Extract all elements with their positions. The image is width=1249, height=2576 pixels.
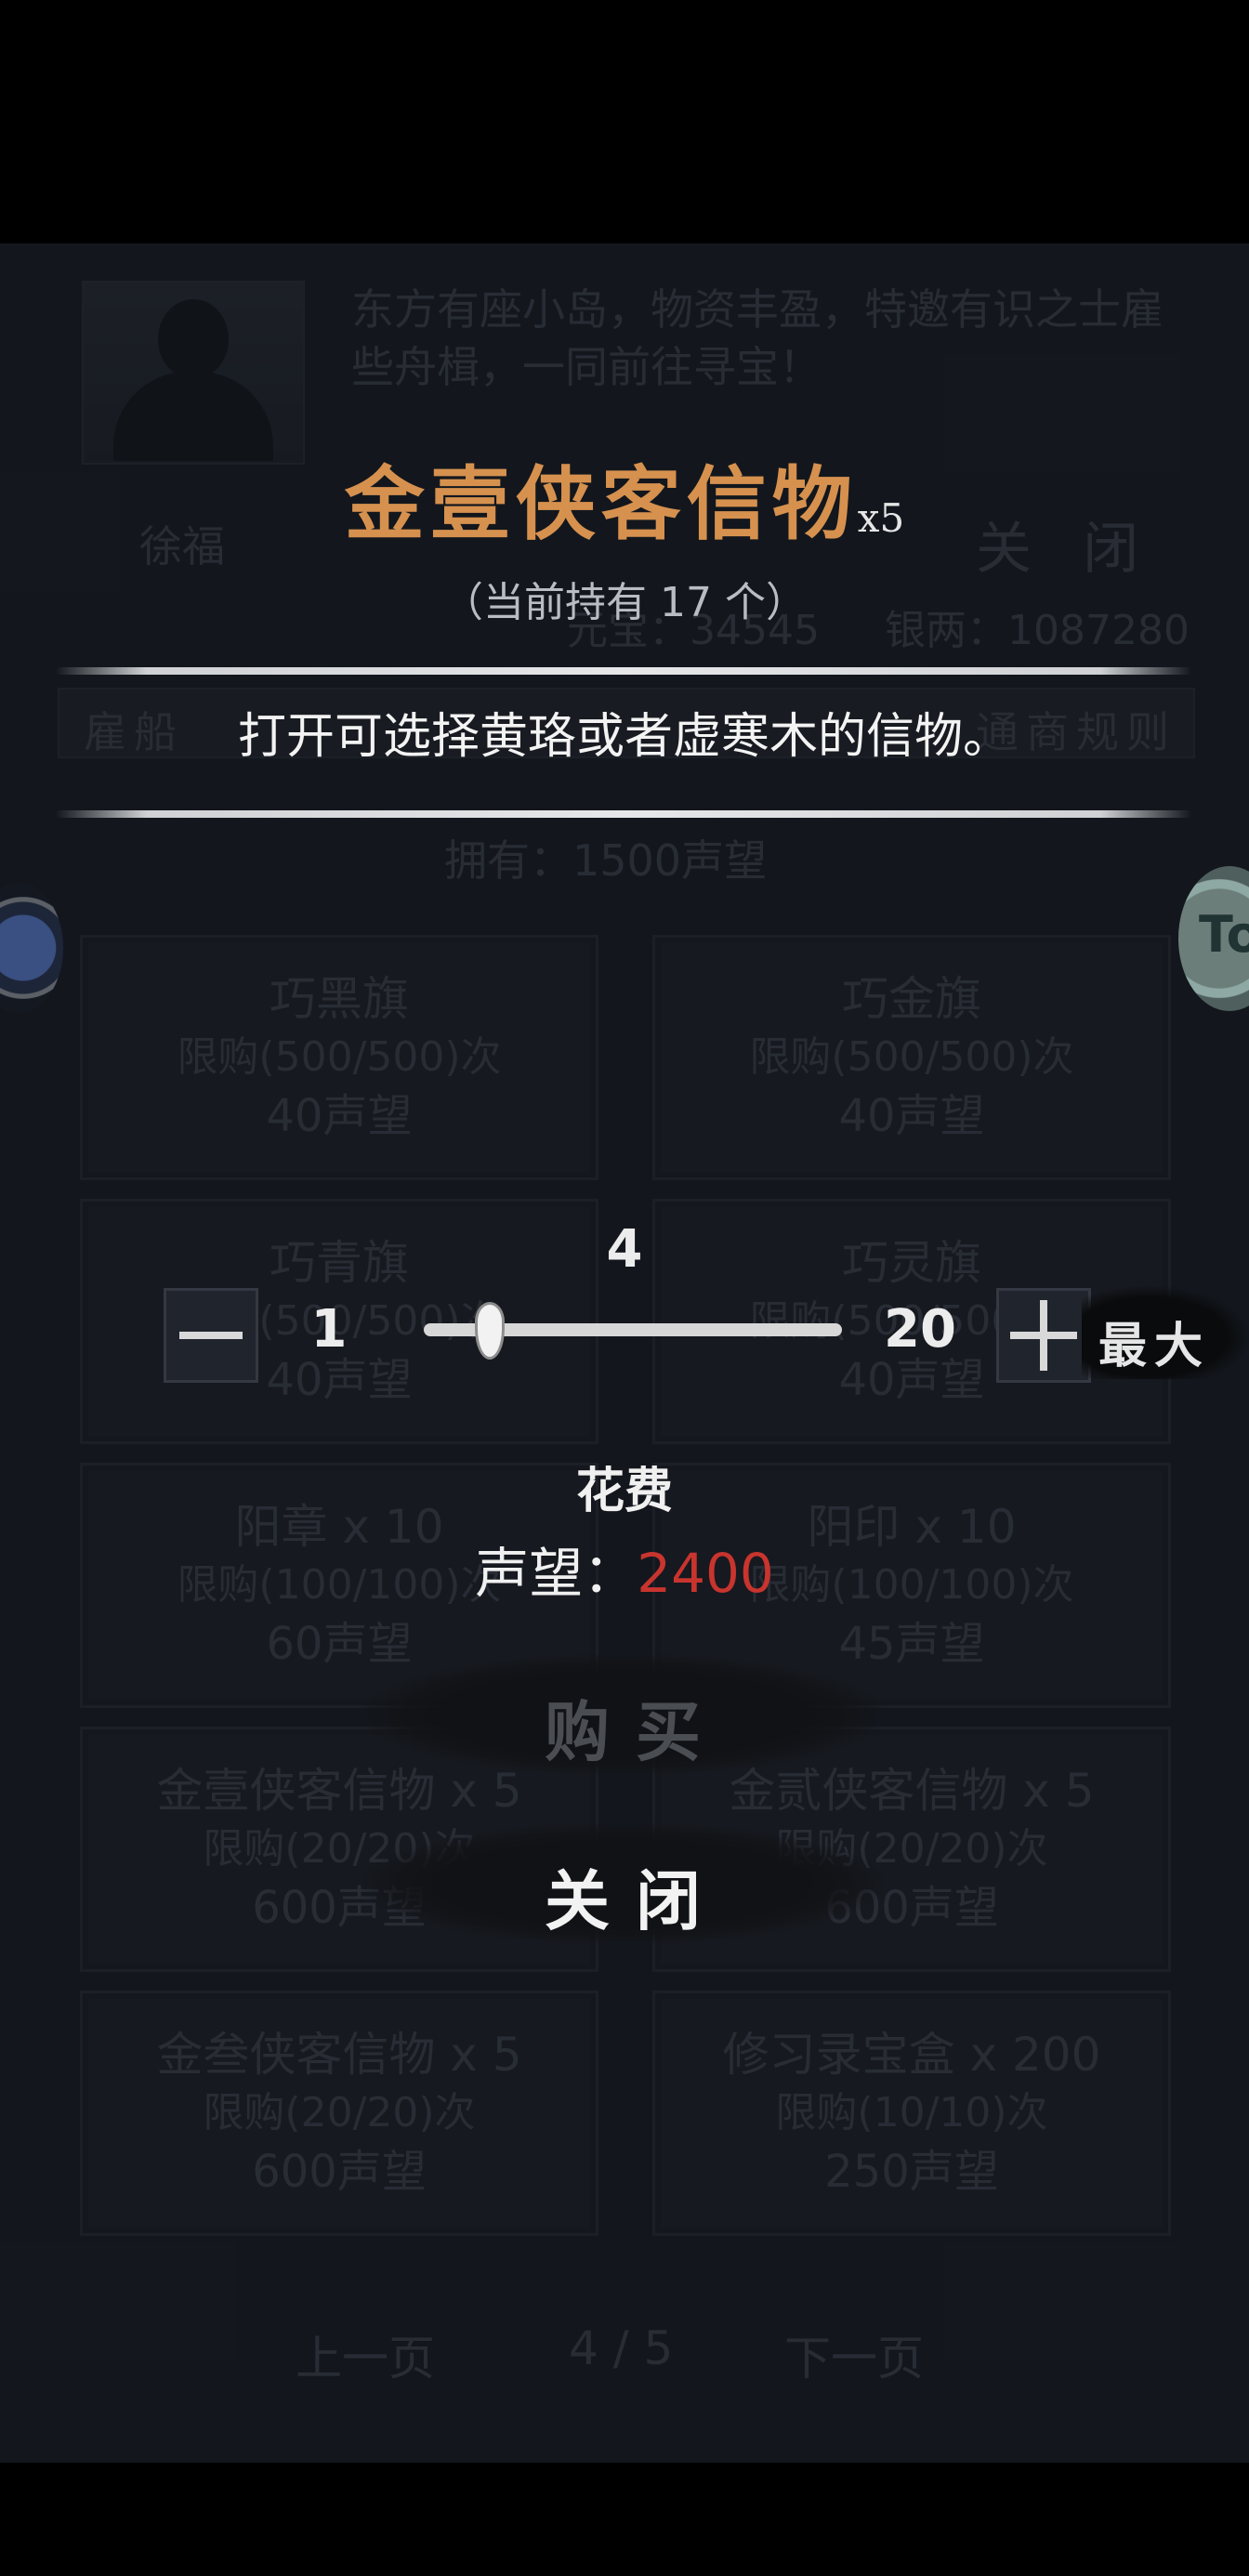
decrease-button[interactable] <box>164 1288 258 1383</box>
bottom-bar-area <box>0 2463 1249 2576</box>
quantity-value: 4 <box>606 1219 643 1280</box>
minus-icon <box>179 1332 243 1339</box>
max-button-label: 最大 <box>1098 1318 1211 1374</box>
close-button[interactable]: 关闭 <box>362 1823 883 1944</box>
close-button-label: 关闭 <box>545 1862 727 1939</box>
cost-heading: 花费 <box>575 1463 673 1519</box>
item-description: 打开可选择黄珞或者虚寒木的信物。 <box>237 709 1011 765</box>
divider <box>56 810 1191 818</box>
cost-value: 2400 <box>637 1542 774 1605</box>
max-button[interactable]: 最大 <box>1082 1286 1249 1379</box>
held-count: （当前持有 17 个） <box>442 579 807 626</box>
quantity-max: 20 <box>884 1299 956 1360</box>
buy-button-label: 购买 <box>545 1693 727 1770</box>
side-badge-label: To <box>1199 905 1249 964</box>
top-status-area <box>0 0 1249 243</box>
cost-line: 声望：2400 <box>0 1530 1249 1608</box>
item-title-qty: x5 <box>857 495 905 541</box>
increase-button[interactable] <box>996 1288 1091 1383</box>
cost-label: 声望： <box>475 1542 638 1605</box>
buy-button[interactable]: 购买 <box>362 1654 883 1775</box>
quantity-min: 1 <box>310 1299 348 1360</box>
divider <box>56 667 1191 675</box>
dialog-title: 金壹侠客信物x5 <box>0 439 1249 555</box>
item-title: 金壹侠客信物 <box>344 457 858 551</box>
